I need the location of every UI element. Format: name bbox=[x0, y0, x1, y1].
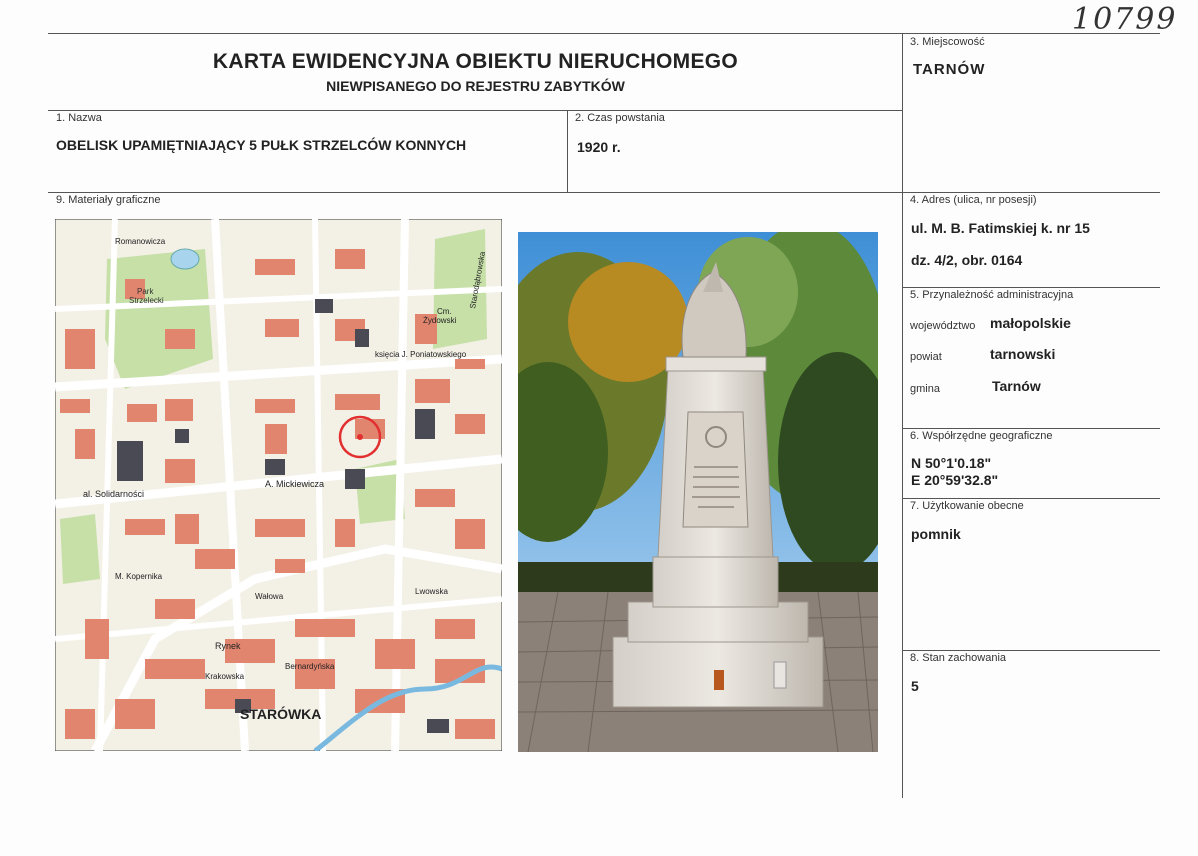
admin-voivodeship-value: małopolskie bbox=[990, 315, 1071, 331]
location-map: Park Strzelecki al. Solidarności A. Mick… bbox=[55, 219, 502, 751]
map-label-kopernika: M. Kopernika bbox=[115, 572, 163, 581]
address-divider bbox=[902, 287, 1160, 288]
map-label-park: Park bbox=[137, 287, 154, 296]
name-time-divider bbox=[567, 110, 568, 192]
map-label-romanowicza: Romanowicza bbox=[115, 237, 166, 246]
admin-commune-value: Tarnów bbox=[992, 378, 1041, 394]
map-label-bernardynska: Bernardyńska bbox=[285, 662, 335, 671]
coords-label: 6. Współrzędne geograficzne bbox=[910, 430, 1053, 442]
admin-divider bbox=[902, 428, 1160, 429]
page-title: KARTA EWIDENCYJNA OBIEKTU NIERUCHOMEGO bbox=[212, 50, 739, 73]
name-row-divider bbox=[48, 192, 1160, 193]
coords-divider bbox=[902, 498, 1160, 499]
address-line1: ul. M. B. Fatimskiej k. nr 15 bbox=[911, 220, 1090, 236]
admin-county-value: tarnowski bbox=[990, 346, 1056, 362]
page-subtitle: NIEWPISANEGO DO REJESTRU ZABYTKÓW bbox=[326, 78, 625, 94]
map-label-solidarnosci: al. Solidarności bbox=[83, 489, 144, 499]
map-label-walowa: Wałowa bbox=[255, 592, 284, 601]
coords-n: N 50°1'0.18" bbox=[911, 455, 992, 471]
admin-county-key: powiat bbox=[910, 351, 942, 363]
condition-value: 5 bbox=[911, 678, 919, 694]
map-label-lwowska: Lwowska bbox=[415, 587, 448, 596]
admin-voivodeship-key: województwo bbox=[910, 320, 976, 332]
map-label-park2: Strzelecki bbox=[129, 296, 164, 305]
graphics-label: 9. Materiały graficzne bbox=[56, 194, 161, 206]
name-value: OBELISK UPAMIĘTNIAJĄCY 5 PUŁK STRZELCÓW … bbox=[56, 137, 467, 153]
usage-label: 7. Użytkowanie obecne bbox=[910, 500, 1024, 512]
map-label-krakowska: Krakowska bbox=[205, 672, 245, 681]
right-column-divider bbox=[902, 33, 903, 798]
name-label: 1. Nazwa bbox=[56, 112, 102, 124]
usage-divider bbox=[902, 650, 1160, 651]
map-label-zydowski: Żydowski bbox=[423, 316, 457, 325]
time-label: 2. Czas powstania bbox=[575, 112, 665, 124]
monument-photo bbox=[518, 232, 878, 752]
place-value: TARNÓW bbox=[913, 61, 986, 78]
coords-e: E 20°59'32.8" bbox=[911, 472, 999, 488]
admin-label: 5. Przynależność administracyjna bbox=[910, 289, 1074, 301]
map-label-mickiewicza: A. Mickiewicza bbox=[265, 479, 324, 489]
map-label-poniatowskiego: księcia J. Poniatowskiego bbox=[375, 350, 467, 359]
address-label: 4. Adres (ulica, nr posesji) bbox=[910, 194, 1037, 206]
condition-label: 8. Stan zachowania bbox=[910, 652, 1007, 664]
place-label: 3. Miejscowość bbox=[910, 36, 985, 48]
address-line2: dz. 4/2, obr. 0164 bbox=[911, 252, 1023, 268]
map-label-cm: Cm. bbox=[437, 307, 452, 316]
time-value: 1920 r. bbox=[577, 139, 621, 155]
map-label-rynek: Rynek bbox=[215, 641, 241, 651]
header-divider bbox=[48, 110, 903, 111]
map-label-starowka: STARÓWKA bbox=[240, 705, 321, 722]
handwritten-number: 10799 bbox=[1072, 2, 1178, 37]
top-border bbox=[48, 33, 1160, 34]
usage-value: pomnik bbox=[911, 526, 961, 542]
admin-commune-key: gmina bbox=[910, 383, 940, 395]
